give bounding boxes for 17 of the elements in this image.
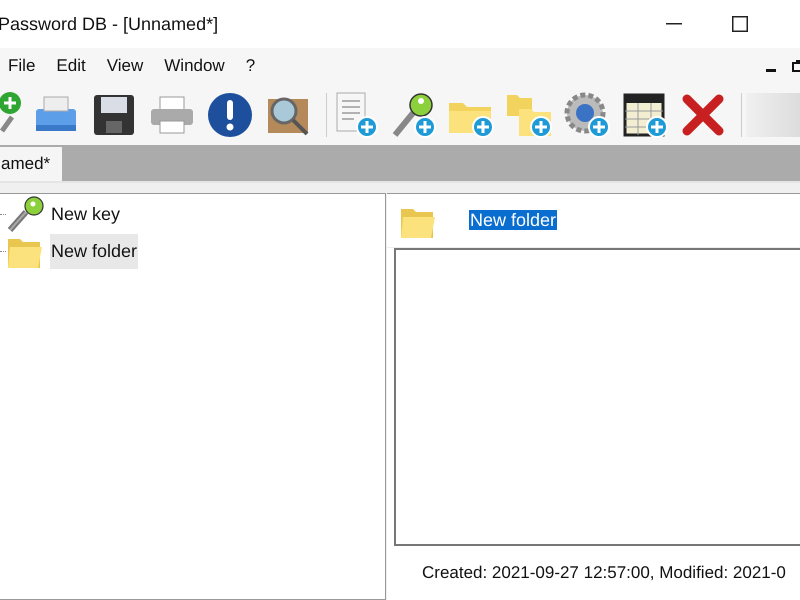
key-icon bbox=[6, 196, 44, 232]
menu-item[interactable]: Window bbox=[157, 53, 232, 79]
menu-item[interactable]: File bbox=[1, 53, 42, 79]
add-settings-icon[interactable] bbox=[563, 90, 611, 138]
menu-item[interactable]: ? bbox=[238, 53, 262, 79]
toolbar-background bbox=[746, 92, 800, 136]
minimize-icon[interactable] bbox=[666, 23, 682, 25]
menu-item[interactable]: Edit bbox=[49, 53, 93, 79]
status-text: Created: 2021-09-27 12:57:00, Modified: 2021-0 bbox=[422, 562, 786, 584]
info-icon[interactable] bbox=[206, 90, 254, 138]
minimize-icon[interactable] bbox=[766, 68, 776, 72]
tree-item[interactable]: New key bbox=[50, 196, 122, 232]
tree-item[interactable]: New folder bbox=[50, 234, 138, 268]
add-table-icon[interactable] bbox=[621, 90, 669, 138]
document-tab[interactable]: amed* bbox=[0, 147, 62, 181]
maximize-icon[interactable] bbox=[732, 16, 748, 32]
menu-item[interactable]: View bbox=[100, 53, 150, 79]
